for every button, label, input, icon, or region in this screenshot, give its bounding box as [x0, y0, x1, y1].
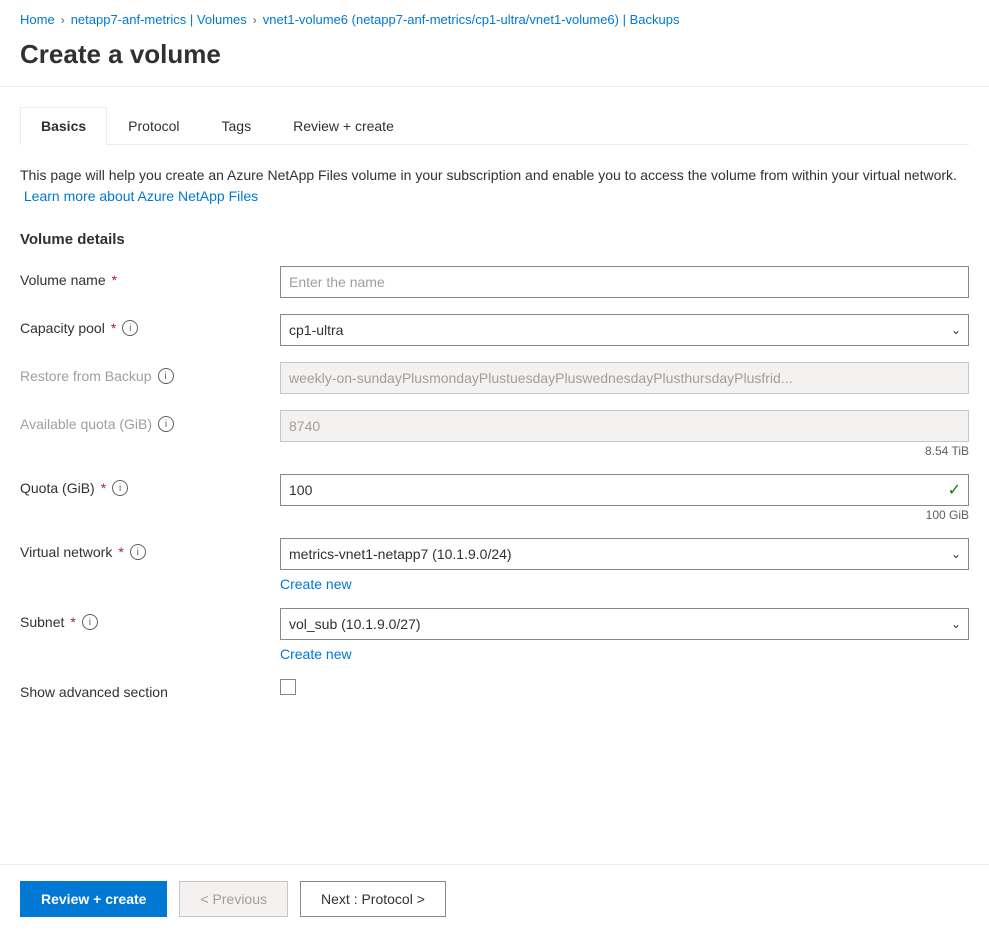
virtual-network-control: metrics-vnet1-netapp7 (10.1.9.0/24) ⌄ Cr… — [280, 538, 969, 592]
subnet-row: Subnet * i vol_sub (10.1.9.0/27) ⌄ Creat… — [20, 608, 969, 662]
previous-button[interactable]: < Previous — [179, 881, 288, 917]
breadcrumb-sep-1: › — [61, 13, 65, 27]
virtual-network-row: Virtual network * i metrics-vnet1-netapp… — [20, 538, 969, 592]
restore-backup-row: Restore from Backup i — [20, 362, 969, 394]
quota-wrapper: ✓ — [280, 474, 969, 506]
main-content: Basics Protocol Tags Review + create Thi… — [0, 87, 989, 816]
quota-control: ✓ 100 GiB — [280, 474, 969, 522]
footer-bar: Review + create < Previous Next : Protoc… — [0, 864, 989, 933]
capacity-pool-select[interactable]: cp1-ultra — [280, 314, 969, 346]
subnet-control: vol_sub (10.1.9.0/27) ⌄ Create new — [280, 608, 969, 662]
subnet-select[interactable]: vol_sub (10.1.9.0/27) — [280, 608, 969, 640]
tab-basics[interactable]: Basics — [20, 107, 107, 145]
virtual-network-select[interactable]: metrics-vnet1-netapp7 (10.1.9.0/24) — [280, 538, 969, 570]
breadcrumb-backups[interactable]: vnet1-volume6 (netapp7-anf-metrics/cp1-u… — [263, 12, 680, 27]
tabs-container: Basics Protocol Tags Review + create — [20, 107, 969, 145]
subnet-label: Subnet * i — [20, 608, 280, 630]
restore-backup-input — [280, 362, 969, 394]
available-quota-info-icon[interactable]: i — [158, 416, 174, 432]
capacity-pool-required: * — [111, 320, 116, 336]
restore-backup-control — [280, 362, 969, 394]
available-quota-row: Available quota (GiB) i 8.54 TiB — [20, 410, 969, 458]
show-advanced-row: Show advanced section — [20, 678, 969, 700]
subnet-create-new-link[interactable]: Create new — [280, 646, 352, 662]
breadcrumb-volumes[interactable]: netapp7-anf-metrics | Volumes — [71, 12, 247, 27]
capacity-pool-row: Capacity pool * i cp1-ultra ⌄ — [20, 314, 969, 346]
breadcrumb-sep-2: › — [253, 13, 257, 27]
restore-backup-label: Restore from Backup i — [20, 362, 280, 384]
subnet-info-icon[interactable]: i — [82, 614, 98, 630]
quota-input[interactable] — [280, 474, 969, 506]
volume-name-required: * — [112, 272, 117, 288]
volume-name-row: Volume name * — [20, 266, 969, 298]
show-advanced-control — [280, 678, 969, 695]
tab-protocol[interactable]: Protocol — [107, 107, 200, 145]
virtual-network-info-icon[interactable]: i — [130, 544, 146, 560]
capacity-pool-select-wrapper: cp1-ultra ⌄ — [280, 314, 969, 346]
next-protocol-button[interactable]: Next : Protocol > — [300, 881, 446, 917]
breadcrumb-home[interactable]: Home — [20, 12, 55, 27]
section-heading: Volume details — [20, 231, 969, 248]
subnet-select-wrapper: vol_sub (10.1.9.0/27) ⌄ — [280, 608, 969, 640]
show-advanced-label: Show advanced section — [20, 678, 280, 700]
virtual-network-create-new-link[interactable]: Create new — [280, 576, 352, 592]
virtual-network-required: * — [118, 544, 123, 560]
quota-row: Quota (GiB) * i ✓ 100 GiB — [20, 474, 969, 522]
page-title: Create a volume — [0, 35, 989, 86]
available-quota-sub-hint: 8.54 TiB — [280, 444, 969, 458]
available-quota-label: Available quota (GiB) i — [20, 410, 280, 432]
subnet-required: * — [70, 614, 75, 630]
quota-label: Quota (GiB) * i — [20, 474, 280, 496]
virtual-network-select-wrapper: metrics-vnet1-netapp7 (10.1.9.0/24) ⌄ — [280, 538, 969, 570]
volume-name-control — [280, 266, 969, 298]
show-advanced-checkbox[interactable] — [280, 679, 296, 695]
footer-spacer — [20, 716, 969, 796]
learn-more-link[interactable]: Learn more about Azure NetApp Files — [24, 188, 258, 204]
quota-sub-hint: 100 GiB — [280, 508, 969, 522]
description-text: This page will help you create an Azure … — [20, 165, 969, 207]
volume-name-input[interactable] — [280, 266, 969, 298]
available-quota-control: 8.54 TiB — [280, 410, 969, 458]
tab-tags[interactable]: Tags — [201, 107, 273, 145]
breadcrumb: Home › netapp7-anf-metrics | Volumes › v… — [0, 0, 989, 35]
volume-name-label: Volume name * — [20, 266, 280, 288]
quota-required: * — [101, 480, 106, 496]
tab-review-create[interactable]: Review + create — [272, 107, 415, 145]
capacity-pool-label: Capacity pool * i — [20, 314, 280, 336]
restore-backup-info-icon[interactable]: i — [158, 368, 174, 384]
virtual-network-label: Virtual network * i — [20, 538, 280, 560]
capacity-pool-info-icon[interactable]: i — [122, 320, 138, 336]
review-create-button[interactable]: Review + create — [20, 881, 167, 917]
available-quota-input — [280, 410, 969, 442]
capacity-pool-control: cp1-ultra ⌄ — [280, 314, 969, 346]
quota-info-icon[interactable]: i — [112, 480, 128, 496]
